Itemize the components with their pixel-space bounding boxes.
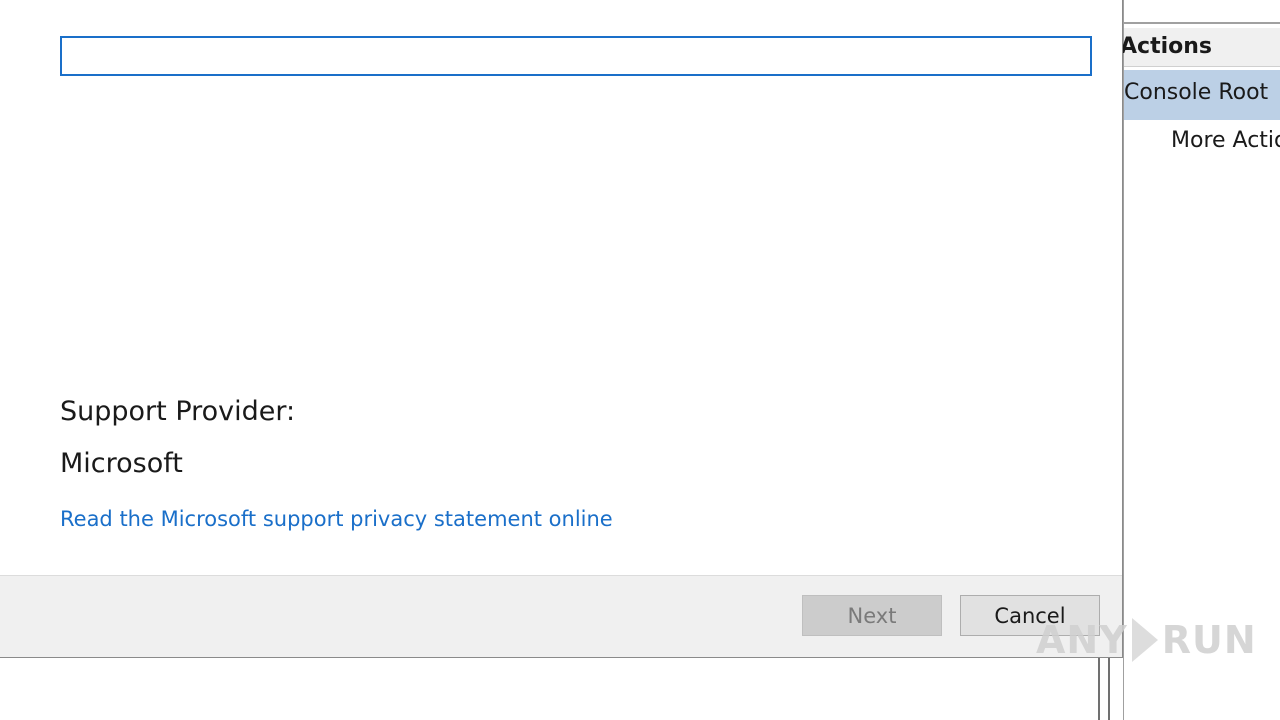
actions-group-console-root[interactable]: Console Root	[1124, 70, 1280, 120]
wizard-dialog: Support Provider: Microsoft Read the Mic…	[0, 0, 1123, 658]
play-triangle-icon	[1131, 618, 1158, 662]
dialog-footer: Next Cancel	[0, 575, 1122, 657]
actions-group-label: Console Root	[1124, 80, 1269, 105]
actions-pane-title: Actions	[1120, 34, 1212, 59]
actions-item-more-actions[interactable]: More Actions	[1171, 128, 1280, 153]
privacy-statement-link[interactable]: Read the Microsoft support privacy state…	[60, 507, 613, 531]
watermark-text-right: RUN	[1161, 618, 1257, 662]
support-provider-value: Microsoft	[60, 448, 183, 479]
actions-pane-divider	[1124, 22, 1280, 24]
watermark-logo: ANY RUN	[1036, 610, 1256, 670]
next-button[interactable]: Next	[802, 595, 942, 636]
watermark-text-left: ANY	[1036, 618, 1128, 662]
actions-pane-header: Actions	[1120, 28, 1280, 67]
name-input[interactable]	[60, 36, 1092, 76]
support-provider-label: Support Provider:	[60, 396, 296, 427]
